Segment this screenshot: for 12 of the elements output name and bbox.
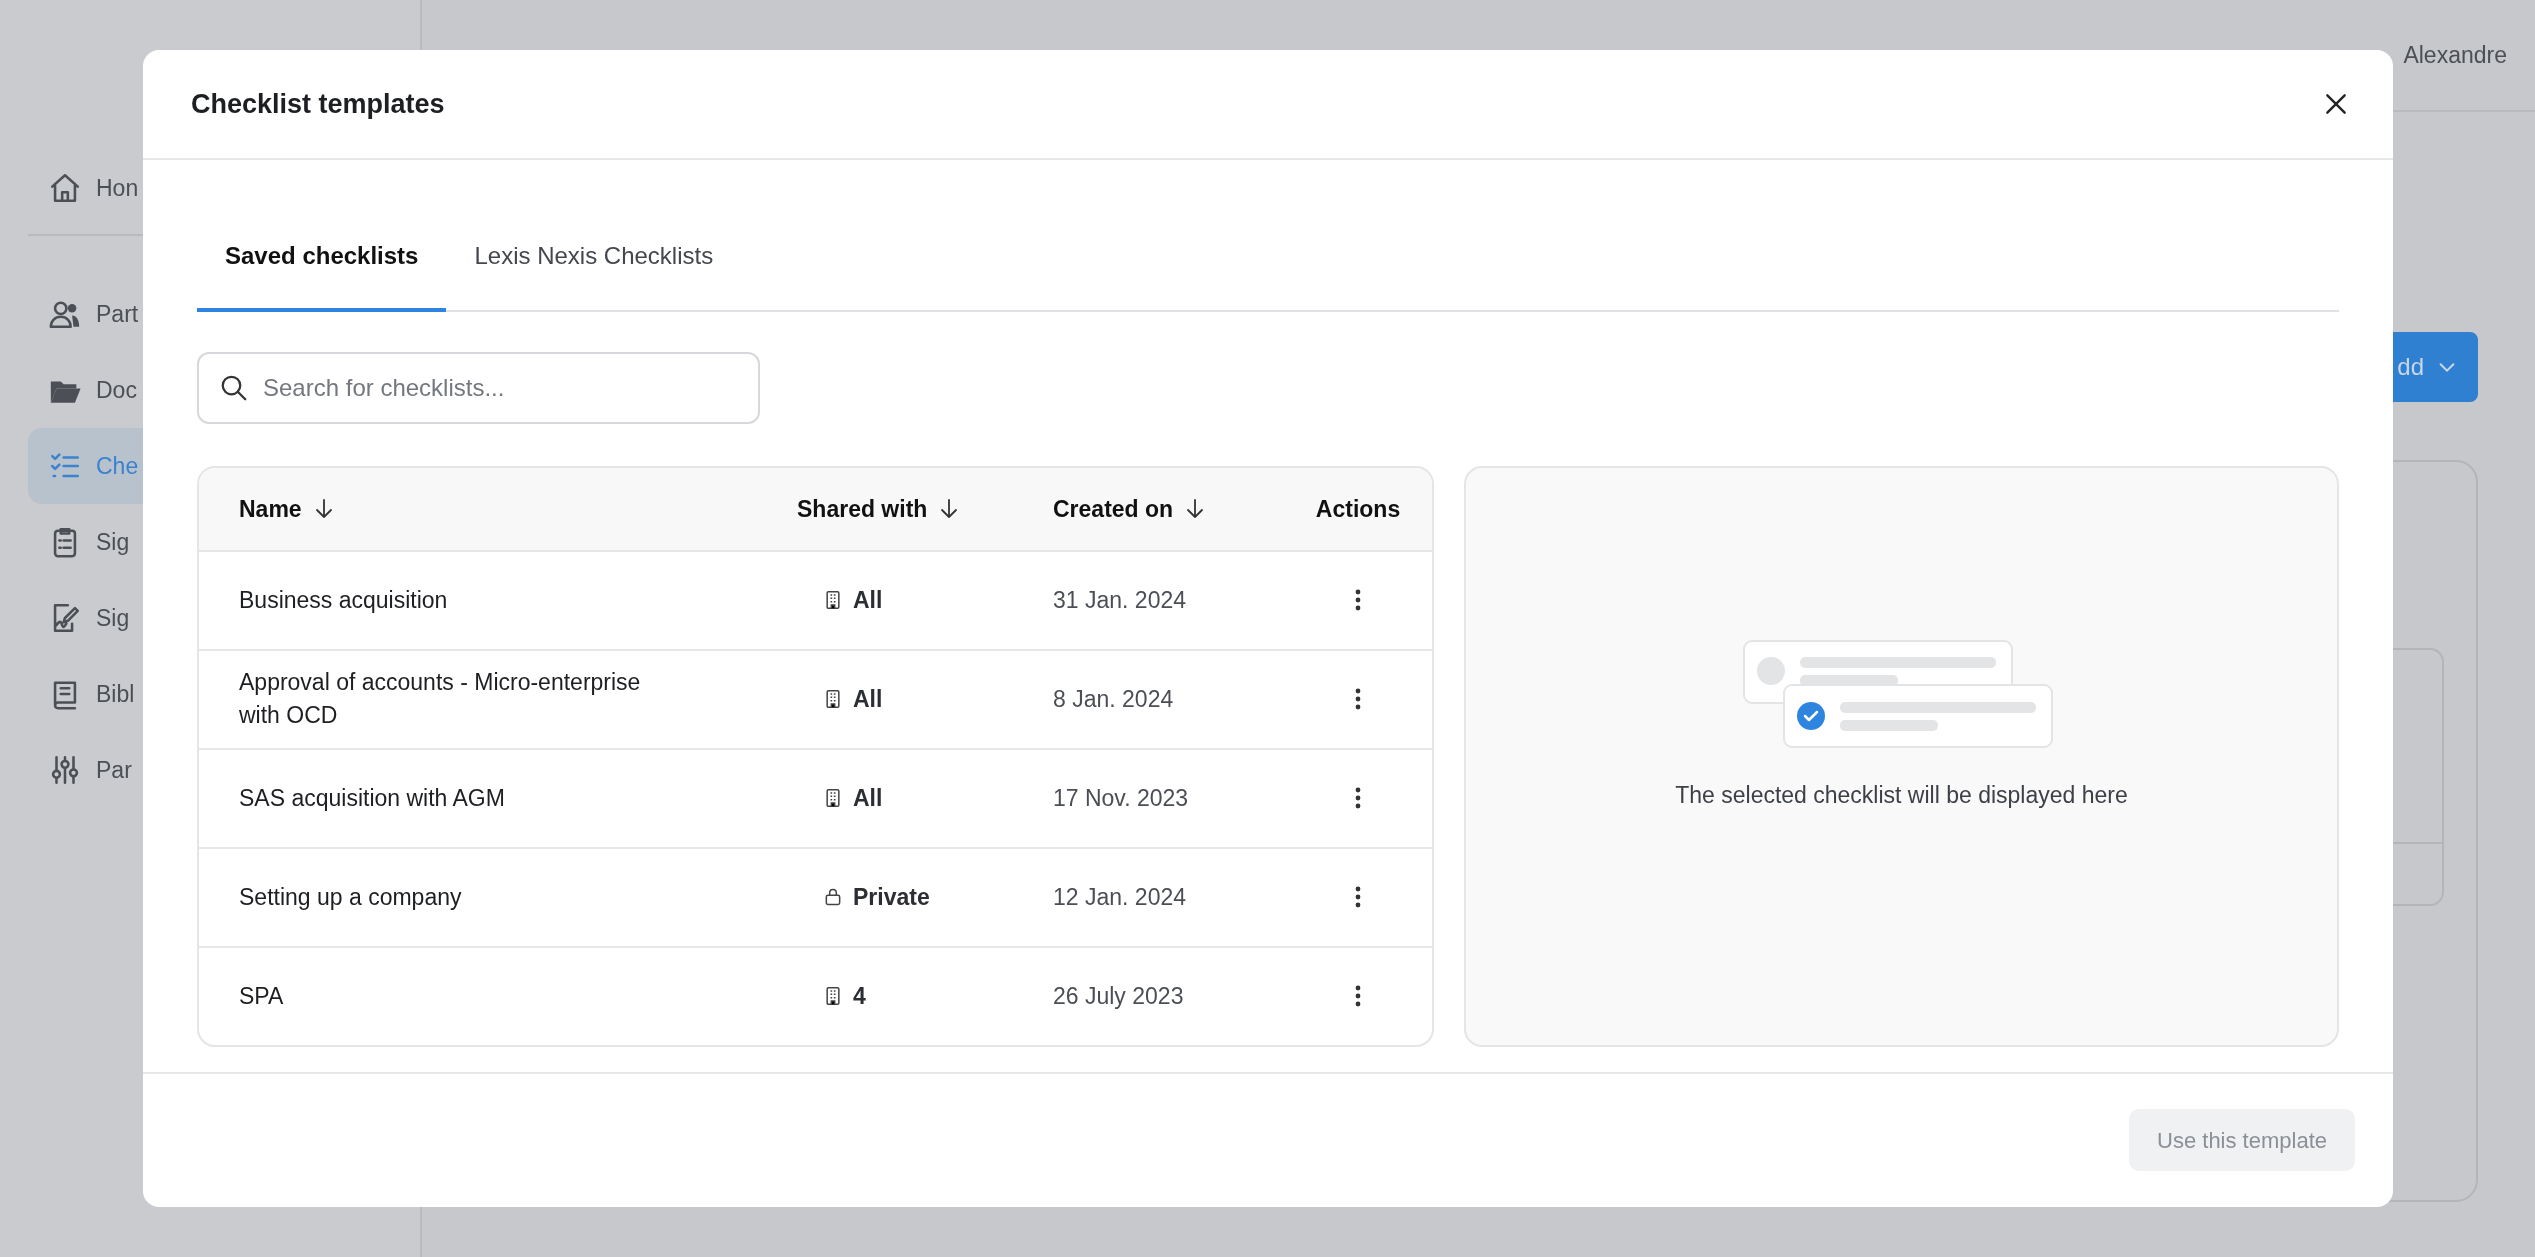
shared-with-label: All — [853, 685, 883, 714]
shared-with-label: Private — [853, 883, 930, 912]
created-date: 8 Jan. 2024 — [1053, 685, 1175, 714]
shared-with-label: All — [853, 586, 883, 615]
empty-state-message: The selected checklist will be displayed here — [1675, 781, 2128, 810]
created-date: 12 Jan. 2024 — [1053, 883, 1187, 912]
created-date: 17 Nov. 2023 — [1053, 784, 1190, 813]
created-date: 31 Jan. 2024 — [1053, 586, 1187, 615]
modal-title: Checklist templates — [191, 87, 445, 121]
created-date: 26 July 2023 — [1053, 982, 1185, 1011]
shared-with-label: 4 — [853, 982, 866, 1011]
shared-with-label: All — [853, 784, 883, 813]
